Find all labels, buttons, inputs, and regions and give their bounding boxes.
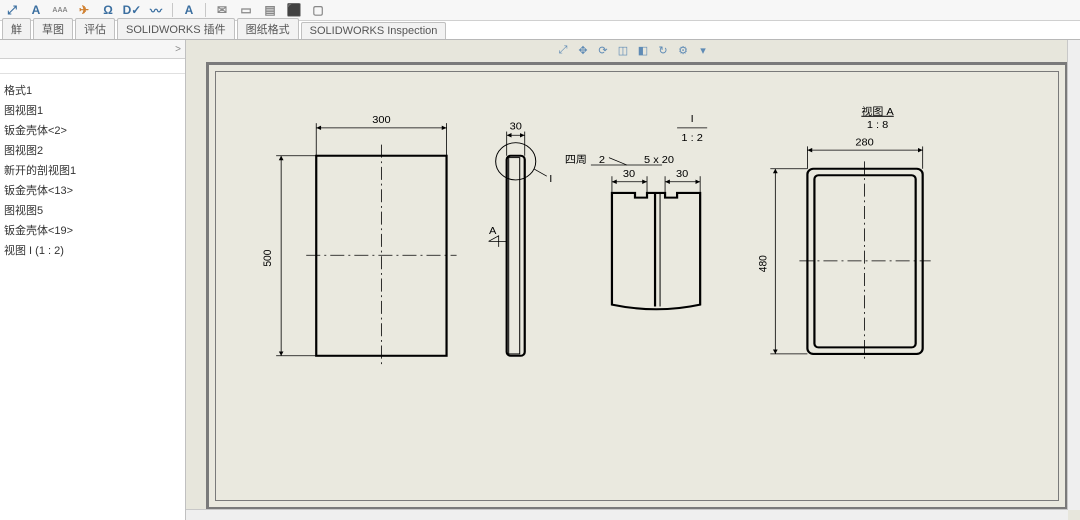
dim-detail-label: I — [549, 173, 552, 185]
pan-icon[interactable]: ✥ — [575, 43, 591, 57]
drawing-svg: 300 500 30 I — [216, 72, 1058, 500]
tree-item[interactable]: 钣金壳体<19> — [2, 220, 185, 240]
command-manager-tabs: 觧 草图 评估 SOLIDWORKS 插件 图纸格式 SOLIDWORKS In… — [0, 21, 1080, 40]
tab-sheet-format[interactable]: 图纸格式 — [237, 18, 299, 39]
check-d-icon[interactable]: D✓ — [124, 2, 140, 18]
detail-scale: 1 : 2 — [681, 132, 703, 144]
dim-front-h: 500 — [262, 249, 274, 266]
tree-item[interactable]: 钣金壳体<13> — [2, 180, 185, 200]
envelope-icon[interactable]: ✉ — [214, 2, 230, 18]
detail-note-left: 四周 — [565, 155, 587, 167]
dim-detail-l: 30 — [623, 168, 635, 180]
tab-inspection[interactable]: SOLIDWORKS Inspection — [301, 22, 447, 39]
refresh-icon[interactable]: ↻ — [655, 43, 671, 57]
tree-item[interactable]: 格式1 — [2, 80, 185, 100]
tab-evaluate[interactable]: 评估 — [75, 18, 115, 39]
box-icon[interactable]: ▭ — [238, 2, 254, 18]
viewA-scale: 1 : 8 — [867, 119, 889, 131]
view-controls: ⤢ ✥ ⟳ ◫ ◧ ↻ ⚙ ▾ — [551, 42, 715, 58]
tab-sketch[interactable]: 草图 — [33, 18, 73, 39]
small-a-icon[interactable]: A — [181, 2, 197, 18]
balloon-icon[interactable]: Ω — [100, 2, 116, 18]
separator — [205, 3, 206, 17]
dimension-icon[interactable]: ⤢ — [4, 2, 20, 18]
detail-note-right: 5 x 20 — [644, 155, 674, 167]
section-icon[interactable]: ◫ — [615, 43, 631, 57]
tree-item[interactable]: 新开的剖视图1 — [2, 160, 185, 180]
tree-item[interactable]: 图视图2 — [2, 140, 185, 160]
dim-front-w: 300 — [372, 115, 390, 127]
gear-icon[interactable]: ⚙ — [675, 43, 691, 57]
text-aaa-icon[interactable]: AAA — [52, 2, 68, 18]
block-icon[interactable]: ⬛ — [286, 2, 302, 18]
sheet-border: 300 500 30 I — [215, 71, 1059, 501]
zoom-fit-icon[interactable]: ⤢ — [555, 43, 571, 57]
detail-title: I — [691, 114, 694, 126]
dim-side-w: 30 — [510, 121, 522, 133]
chevron-right-icon[interactable]: > — [175, 44, 181, 55]
viewA-title: 视图 A — [861, 105, 894, 118]
section-label-a: A — [489, 225, 497, 237]
tab-annotate[interactable]: 觧 — [2, 18, 31, 39]
style-icon[interactable]: ◧ — [635, 43, 651, 57]
feature-manager-panel: > 格式1 图视图1 钣金壳体<2> 图视图2 新开的剖视图1 钣金壳体<13>… — [0, 40, 186, 520]
more-icon[interactable]: ▾ — [695, 43, 711, 57]
rocket-icon[interactable]: ✈ — [76, 2, 92, 18]
letter-a-icon[interactable]: A — [28, 2, 44, 18]
drawing-viewport[interactable]: ⤢ ✥ ⟳ ◫ ◧ ↻ ⚙ ▾ — [186, 40, 1080, 520]
dim-viewA-w: 280 — [855, 137, 873, 149]
feature-tree[interactable]: 格式1 图视图1 钣金壳体<2> 图视图2 新开的剖视图1 钣金壳体<13> 图… — [0, 74, 185, 260]
tree-item[interactable]: 图视图1 — [2, 100, 185, 120]
tree-item[interactable]: 图视图5 — [2, 200, 185, 220]
tree-item[interactable]: 视图 I (1 : 2) — [2, 240, 185, 260]
drawing-sheet: 300 500 30 I — [206, 62, 1068, 510]
wave-icon[interactable]: 〰 — [148, 2, 164, 18]
detail-note-pre: 2 — [599, 155, 605, 167]
dim-detail-r: 30 — [676, 168, 688, 180]
separator — [172, 3, 173, 17]
tab-addins[interactable]: SOLIDWORKS 插件 — [117, 18, 235, 39]
hatch-icon[interactable]: ▤ — [262, 2, 278, 18]
dim-viewA-h: 480 — [757, 255, 769, 272]
scrollbar-vertical[interactable] — [1067, 40, 1080, 510]
scrollbar-horizontal[interactable] — [186, 509, 1068, 520]
square-icon[interactable]: ▢ — [310, 2, 326, 18]
panel-toolbar — [0, 59, 185, 74]
rotate-icon[interactable]: ⟳ — [595, 43, 611, 57]
tree-item[interactable]: 钣金壳体<2> — [2, 120, 185, 140]
panel-header: > — [0, 40, 185, 59]
